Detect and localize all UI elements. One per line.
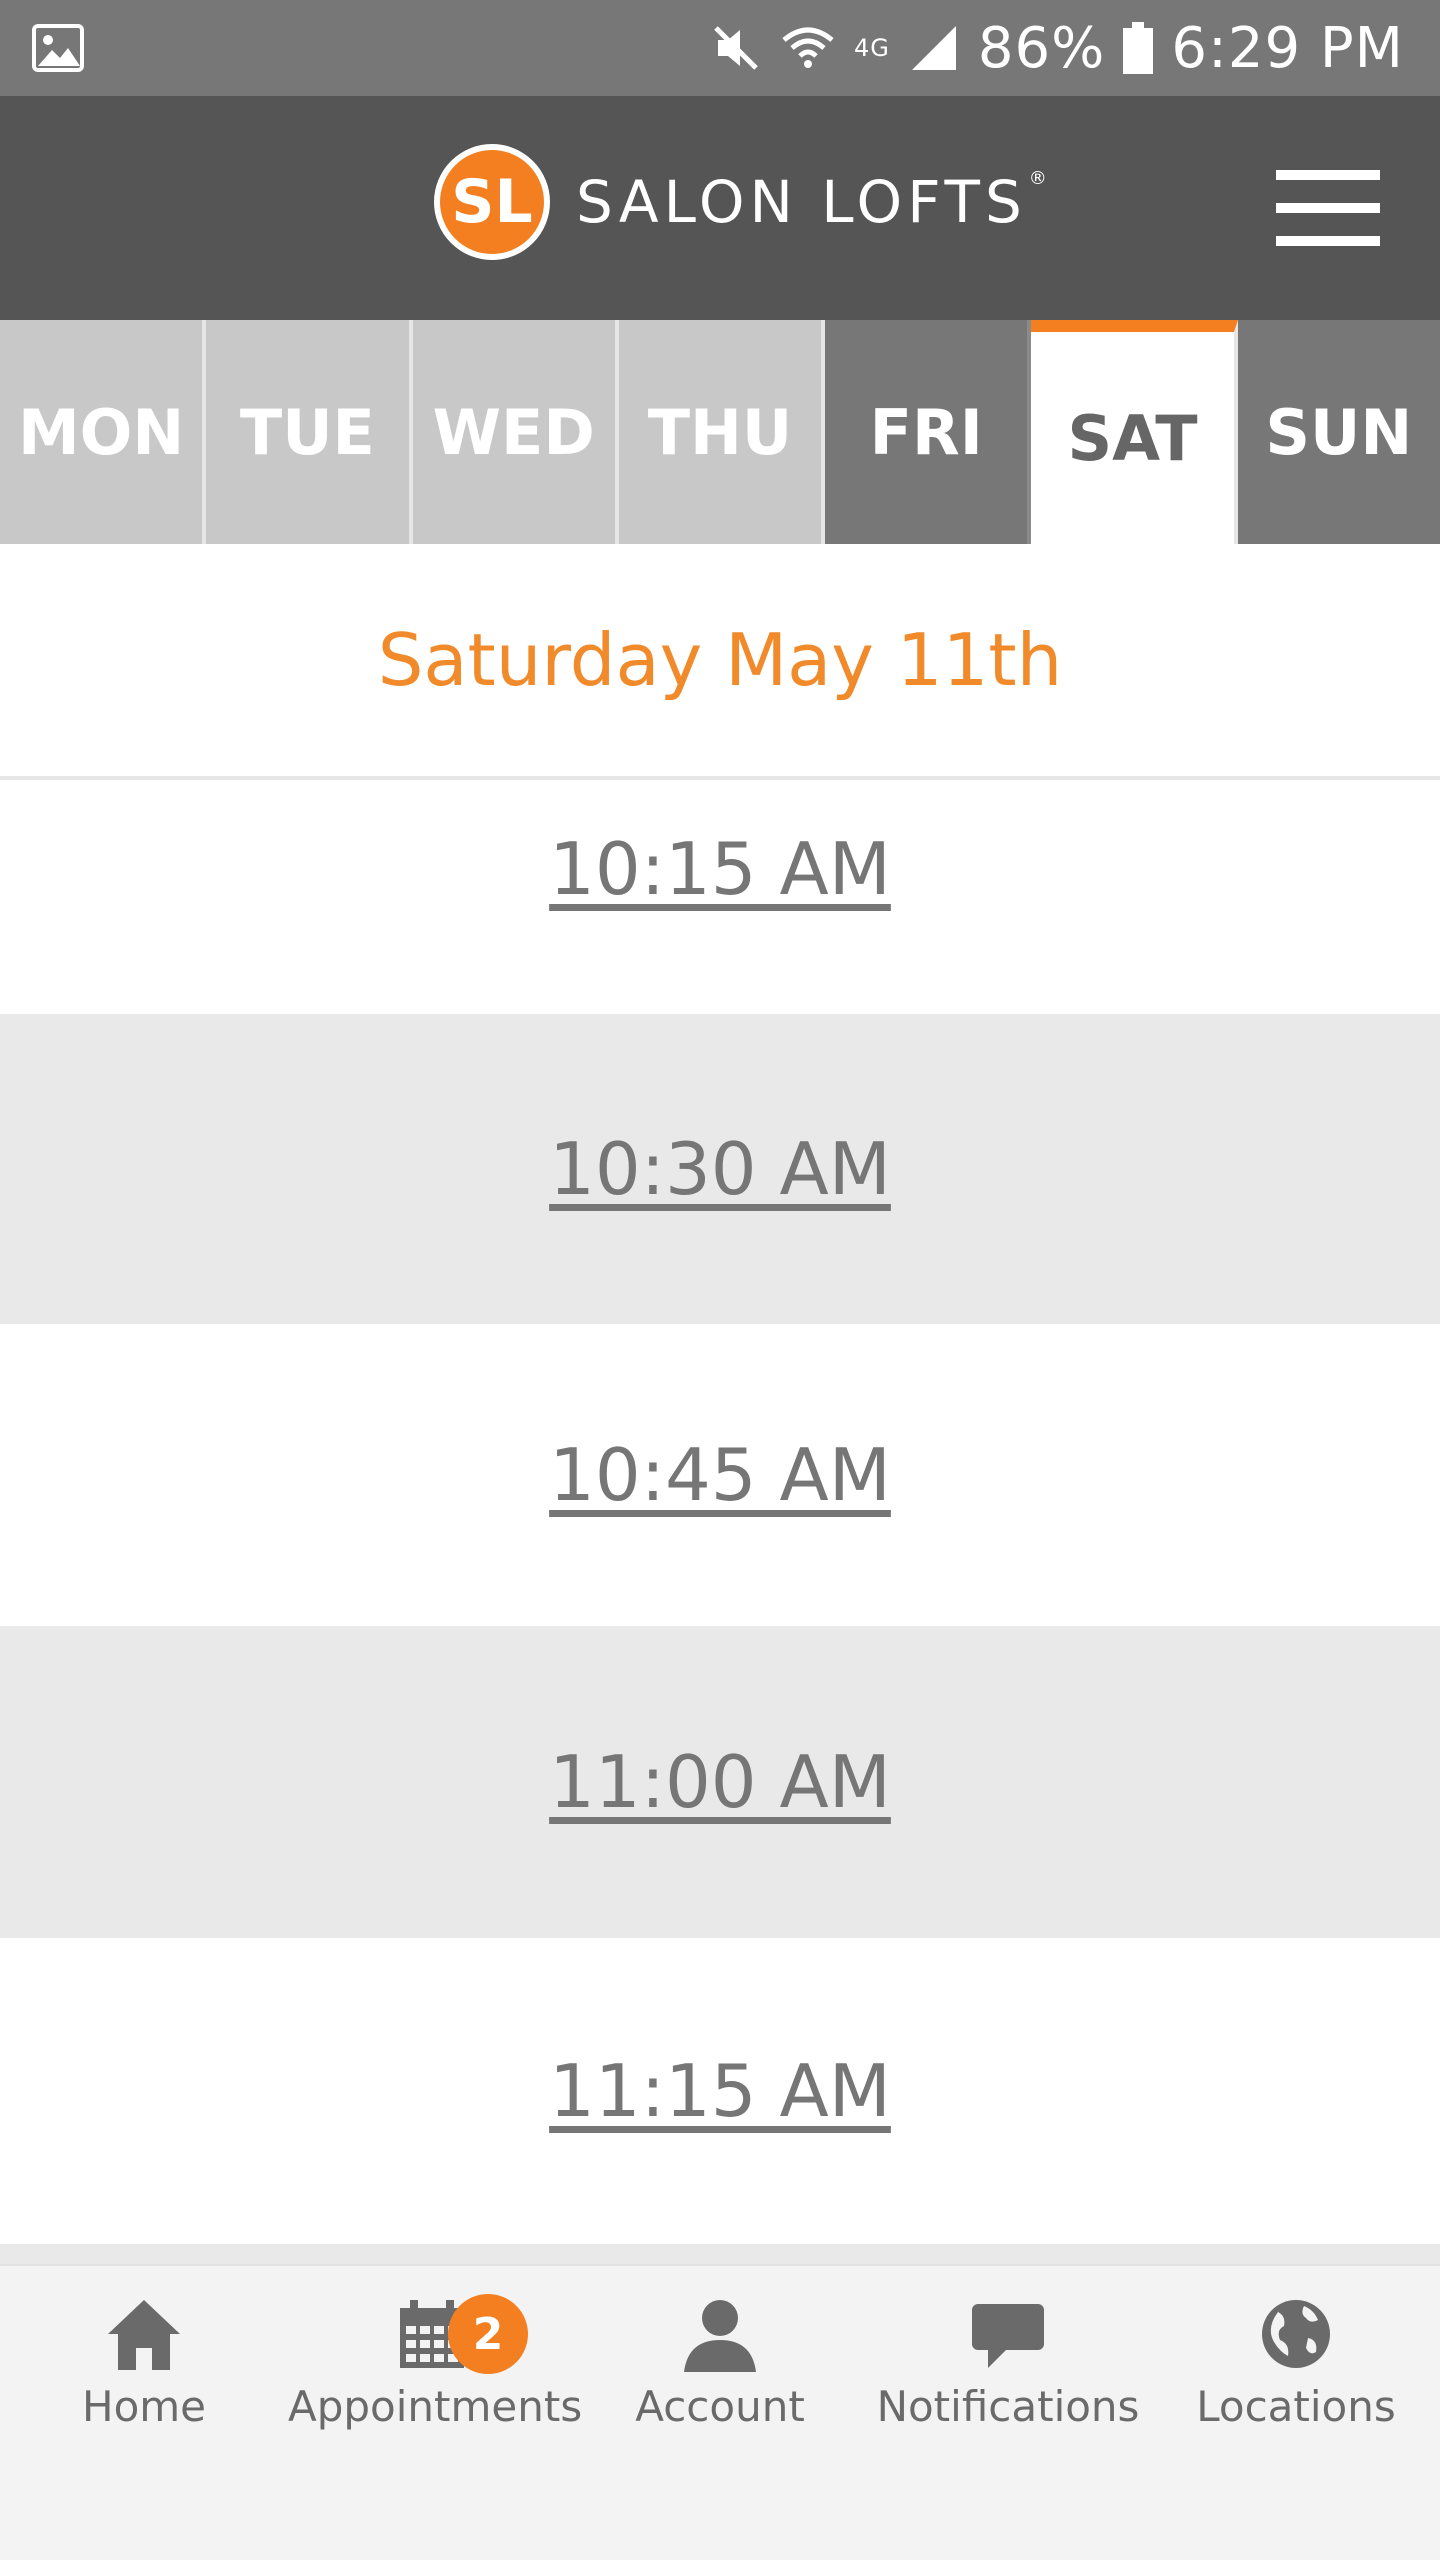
time-slot-link[interactable]: 10:15 AM bbox=[549, 827, 891, 911]
tab-mon[interactable]: MON bbox=[0, 320, 207, 544]
hamburger-menu-icon[interactable] bbox=[1276, 170, 1380, 246]
bottom-navigation: Home Appointments 2 Account Notification… bbox=[0, 2264, 1440, 2560]
time-slot-row: 10:30 AM bbox=[0, 1014, 1440, 1324]
brand-name-text: SALON LOFTS bbox=[576, 168, 1027, 236]
battery-icon bbox=[1123, 22, 1154, 74]
tab-sat[interactable]: SAT bbox=[1031, 320, 1238, 544]
time-slot-link[interactable]: 10:45 AM bbox=[549, 1433, 891, 1517]
nav-account[interactable]: Account bbox=[576, 2294, 864, 2431]
tab-tue[interactable]: TUE bbox=[206, 320, 413, 544]
network-type: 4G bbox=[854, 34, 890, 62]
home-icon bbox=[108, 2300, 180, 2370]
wifi-icon bbox=[782, 27, 834, 68]
time-slot-row bbox=[0, 2244, 1440, 2264]
tab-thu[interactable]: THU bbox=[618, 320, 826, 544]
account-icon bbox=[684, 2300, 756, 2372]
nav-home[interactable]: Home bbox=[0, 2294, 288, 2431]
nav-notifications[interactable]: Notifications bbox=[864, 2294, 1152, 2431]
logo-badge: SL bbox=[434, 144, 550, 260]
time-slot-row: 10:15 AM bbox=[0, 780, 1440, 1014]
battery-percent: 86% bbox=[977, 15, 1106, 81]
time-slot-row: 10:45 AM bbox=[0, 1324, 1440, 1626]
day-tabs: MON TUE WED THU FRI SAT SUN bbox=[0, 320, 1440, 544]
tab-wed[interactable]: WED bbox=[412, 320, 619, 544]
salon-lofts-logo[interactable]: SL SALON LOFTS ® bbox=[434, 144, 1052, 260]
nav-locations-label: Locations bbox=[1196, 2382, 1396, 2431]
time-slot-link[interactable]: 11:15 AM bbox=[549, 2049, 891, 2133]
chat-bubble-icon bbox=[972, 2304, 1044, 2368]
time-slot-link[interactable]: 10:30 AM bbox=[549, 1127, 891, 1211]
globe-icon bbox=[1262, 2300, 1330, 2368]
nav-account-label: Account bbox=[635, 2382, 805, 2431]
time-slot-list[interactable]: 10:15 AM 10:30 AM 10:45 AM 11:00 AM 11:1… bbox=[0, 780, 1440, 2264]
nav-appointments-label: Appointments bbox=[288, 2382, 583, 2431]
status-bar: 4G 86% 6:29 PM bbox=[0, 0, 1440, 96]
nav-appointments[interactable]: Appointments 2 bbox=[288, 2294, 583, 2431]
clock: 6:29 PM bbox=[1171, 15, 1404, 81]
appointments-count-badge: 2 bbox=[448, 2294, 528, 2374]
registered-mark: ® bbox=[1028, 168, 1052, 189]
time-slot-row: 11:00 AM bbox=[0, 1626, 1440, 1938]
signal-icon bbox=[911, 26, 956, 70]
time-slot-link[interactable]: 11:00 AM bbox=[549, 1740, 891, 1824]
nav-locations[interactable]: Locations bbox=[1152, 2294, 1440, 2431]
gallery-notification-icon bbox=[32, 24, 84, 72]
nav-notifications-label: Notifications bbox=[876, 2382, 1140, 2431]
tab-sun[interactable]: SUN bbox=[1237, 320, 1440, 544]
tab-fri[interactable]: FRI bbox=[825, 320, 1032, 544]
mute-icon bbox=[714, 26, 758, 70]
nav-home-label: Home bbox=[81, 2382, 207, 2431]
brand-name: SALON LOFTS ® bbox=[576, 168, 1052, 236]
app-header: SL SALON LOFTS ® bbox=[0, 96, 1440, 320]
selected-date-heading: Saturday May 11th bbox=[0, 544, 1440, 780]
time-slot-row: 11:15 AM bbox=[0, 1938, 1440, 2244]
